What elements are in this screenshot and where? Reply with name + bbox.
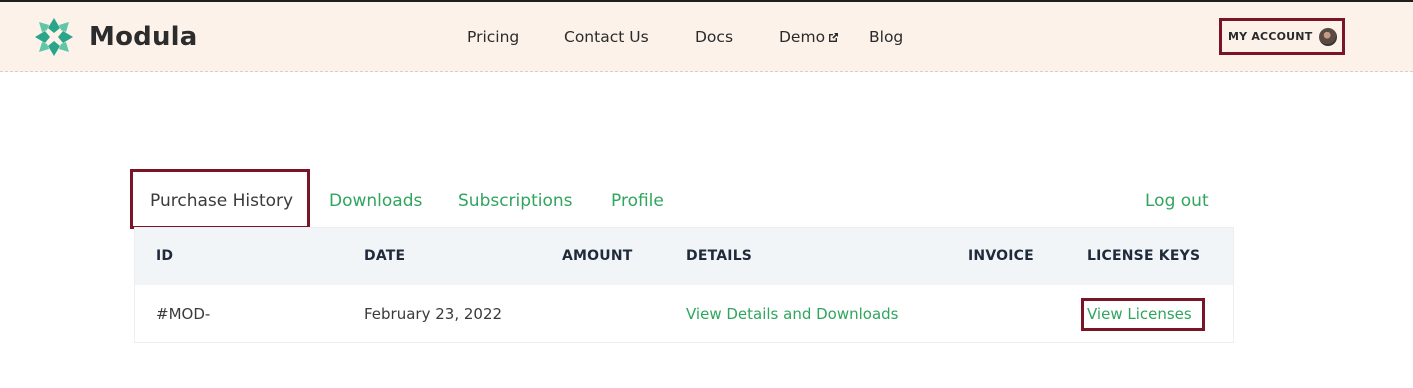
column-header-details: DETAILS: [686, 248, 753, 264]
nav-item-blog[interactable]: Blog: [869, 26, 903, 48]
nav-item-contact-us[interactable]: Contact Us: [564, 26, 649, 48]
site-header: Modula Pricing Contact Us Docs Demo Blog…: [0, 2, 1413, 72]
logout-link[interactable]: Log out: [1145, 190, 1209, 212]
column-header-license-keys: LICENSE KEYS: [1087, 248, 1201, 264]
tab-subscriptions[interactable]: Subscriptions: [458, 190, 572, 212]
column-header-amount: AMOUNT: [562, 248, 633, 264]
tab-purchase-history[interactable]: Purchase History: [150, 190, 293, 212]
purchase-history-table: ID DATE AMOUNT DETAILS INVOICE LICENSE K…: [134, 227, 1234, 343]
view-details-link[interactable]: View Details and Downloads: [686, 305, 899, 323]
nav-item-demo[interactable]: Demo: [779, 26, 839, 49]
view-licenses-link[interactable]: View Licenses: [1087, 305, 1192, 323]
nav-item-docs[interactable]: Docs: [695, 26, 733, 48]
table-header: ID DATE AMOUNT DETAILS INVOICE LICENSE K…: [135, 228, 1233, 285]
cell-date: February 23, 2022: [364, 305, 503, 323]
my-account-label: MY ACCOUNT: [1228, 30, 1313, 43]
avatar: [1319, 27, 1338, 46]
tab-downloads[interactable]: Downloads: [329, 190, 422, 212]
nav-item-demo-label: Demo: [779, 28, 826, 46]
my-account-button[interactable]: MY ACCOUNT: [1219, 18, 1345, 55]
tab-profile[interactable]: Profile: [611, 190, 664, 212]
column-header-date: DATE: [364, 248, 406, 264]
external-link-icon: [828, 27, 839, 49]
column-header-id: ID: [156, 248, 174, 264]
nav-item-pricing[interactable]: Pricing: [467, 26, 519, 48]
cell-order-id: #MOD-: [156, 305, 211, 323]
main-nav: Pricing Contact Us Docs Demo Blog: [0, 26, 1413, 50]
column-header-invoice: INVOICE: [968, 248, 1034, 264]
